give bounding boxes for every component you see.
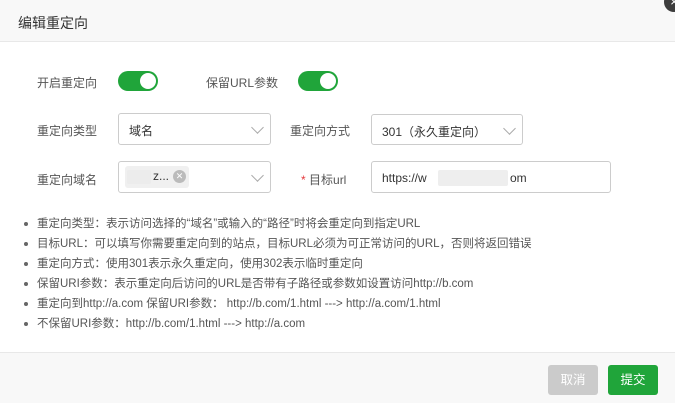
redirect-type-value: 域名 [129, 124, 154, 138]
toggle-knob [320, 73, 336, 89]
target-url-input[interactable]: https://w om [371, 161, 611, 193]
cancel-button[interactable]: 取消 [548, 365, 598, 395]
target-url-prefix: https://w [382, 171, 427, 185]
dialog-footer: 取消 提交 [0, 352, 675, 403]
target-url-suffix: om [510, 171, 527, 185]
help-note: 保留URI参数：表示重定向后访问的URL是否带有子路径或参数如设置访问http:… [22, 274, 532, 294]
redirect-domain-label: 重定向域名 [37, 173, 98, 187]
redirect-method-label: 重定向方式 [290, 124, 351, 138]
redirect-type-select[interactable]: 域名 [118, 113, 271, 145]
masked-domain [127, 170, 151, 184]
target-url-label-text: 目标url [309, 173, 347, 187]
required-marker: * [301, 173, 306, 187]
dialog-title: 编辑重定向 [18, 15, 88, 31]
help-note: 不保留URI参数：http://b.com/1.html ---> http:/… [22, 314, 532, 334]
target-url-label: * 目标url [301, 171, 346, 188]
keep-url-params-toggle[interactable] [298, 71, 338, 91]
redirect-method-select[interactable]: 301（永久重定向） [371, 114, 523, 145]
help-notes: 重定向类型：表示访问选择的“域名”或输入的“路径”时将会重定向到指定URL 目标… [22, 214, 532, 334]
chevron-down-icon [503, 122, 516, 135]
redirect-type-label: 重定向类型 [37, 124, 98, 138]
help-note: 重定向方式：使用301表示永久重定向，使用302表示临时重定向 [22, 254, 532, 274]
masked-url [438, 170, 508, 186]
dialog-header: 编辑重定向 [0, 0, 675, 42]
remove-tag-icon[interactable]: ✕ [173, 170, 186, 183]
submit-button[interactable]: 提交 [608, 365, 658, 395]
toggle-knob [140, 73, 156, 89]
enable-redirect-toggle[interactable] [118, 71, 158, 91]
selected-domain-tag: z... ✕ [125, 166, 189, 188]
help-note: 重定向类型：表示访问选择的“域名”或输入的“路径”时将会重定向到指定URL [22, 214, 532, 234]
help-note: 目标URL：可以填写你需要重定向到的站点，目标URL必须为可正常访问的URL，否… [22, 234, 532, 254]
enable-redirect-label: 开启重定向 [37, 76, 98, 90]
chevron-down-icon [251, 121, 264, 134]
selected-domain-text: z... [153, 169, 170, 183]
keep-url-params-label: 保留URL参数 [206, 76, 279, 90]
help-note: 重定向到http://a.com 保留URI参数： http://b.com/1… [22, 294, 532, 314]
redirect-method-value: 301（永久重定向） [382, 125, 487, 139]
chevron-down-icon [251, 169, 264, 182]
redirect-domain-select[interactable]: z... ✕ [118, 161, 271, 193]
